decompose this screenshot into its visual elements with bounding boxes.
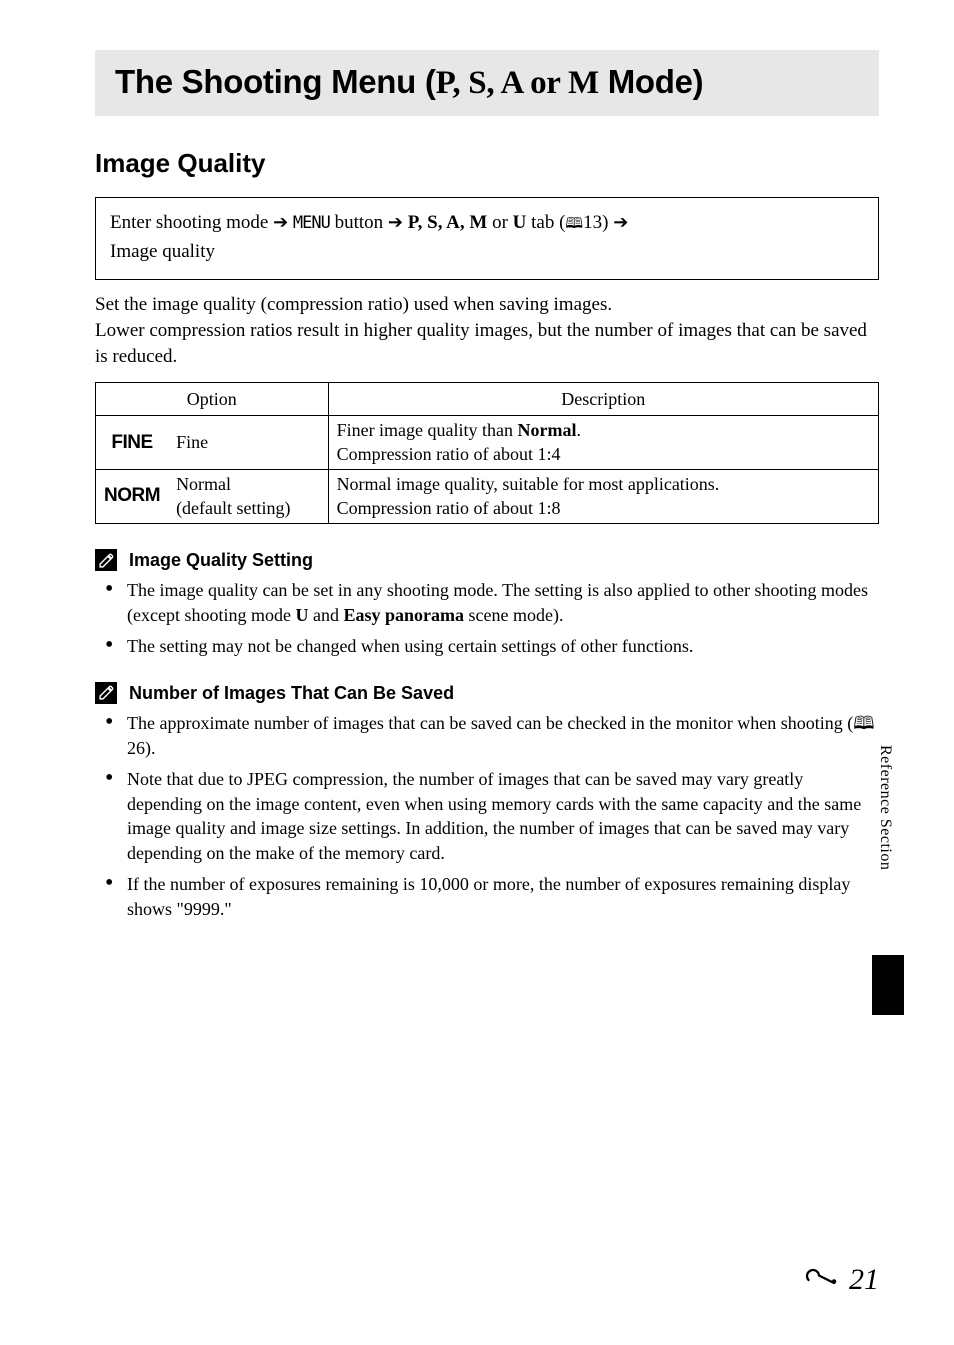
book-icon: 🕮	[853, 713, 874, 733]
list-item: Note that due to JPEG compression, the n…	[95, 767, 879, 866]
section-heading: Image Quality	[95, 146, 879, 181]
note-block-number-images: Number of Images That Can Be Saved The a…	[95, 681, 879, 922]
table-row: FINE Fine Finer image quality than Norma…	[96, 416, 879, 470]
list-item: The setting may not be changed when usin…	[95, 634, 879, 659]
nav-tab-word: tab (	[526, 212, 565, 233]
intro-paragraph: Set the image quality (compression ratio…	[95, 292, 879, 371]
bullet-bold: Easy panorama	[343, 605, 464, 625]
note-bullet-list: The image quality can be set in any shoo…	[95, 578, 879, 658]
note-bullet-list: The approximate number of images that ca…	[95, 711, 879, 922]
bullet-text: and	[308, 605, 343, 625]
side-tab-marker	[872, 955, 904, 1015]
menu-icon-label: MENU	[293, 213, 330, 233]
page-ref: 26	[127, 738, 145, 758]
option-name: Normal (default setting)	[168, 470, 328, 524]
footer-decor-icon	[804, 1260, 846, 1301]
table-header-option: Option	[96, 383, 329, 416]
page-number-footer: 21	[804, 1260, 879, 1301]
arrow-icon: ➔	[613, 212, 628, 232]
title-prefix: The Shooting Menu (	[115, 63, 436, 100]
page-title-bar: The Shooting Menu (P, S, A or M Mode)	[95, 50, 879, 116]
mode-letter: U	[295, 605, 308, 625]
list-item: The image quality can be set in any shoo…	[95, 578, 879, 628]
navigation-path-box: Enter shooting mode ➔ MENU button ➔ P, S…	[95, 197, 879, 280]
option-icon-norm: NORM	[96, 470, 169, 524]
option-description: Normal image quality, suitable for most …	[328, 470, 878, 524]
option-icon-fine: FINE	[96, 416, 169, 470]
nav-or: or	[487, 212, 512, 233]
nav-modes: P, S, A, M	[408, 212, 488, 233]
option-description: Finer image quality than Normal. Compres…	[328, 416, 878, 470]
arrow-icon: ➔	[388, 212, 403, 232]
note-heading: Number of Images That Can Be Saved	[95, 681, 879, 705]
page-number: 21	[849, 1260, 879, 1301]
nav-button-word: button	[330, 212, 388, 233]
option-name: Fine	[168, 416, 328, 470]
note-block-image-quality: Image Quality Setting The image quality …	[95, 548, 879, 659]
desc-bold: Normal	[518, 420, 577, 440]
pencil-icon	[95, 682, 117, 704]
title-modes: P, S, A or M	[436, 65, 599, 101]
note-heading: Image Quality Setting	[95, 548, 879, 572]
bullet-text: scene mode).	[464, 605, 563, 625]
nav-text-1: Enter shooting mode	[110, 212, 273, 233]
desc-text: Normal image quality, suitable for most …	[337, 474, 720, 517]
nav-final-item: Image quality	[110, 241, 215, 262]
pencil-icon	[95, 549, 117, 571]
list-item: The approximate number of images that ca…	[95, 711, 879, 761]
note-title: Number of Images That Can Be Saved	[129, 681, 454, 705]
nav-closeparen: )	[602, 212, 613, 233]
bullet-text: ).	[145, 738, 156, 758]
bullet-text: The approximate number of images that ca…	[127, 713, 853, 733]
side-section-label: Reference Section	[874, 745, 896, 870]
page-title: The Shooting Menu (P, S, A or M Mode)	[115, 60, 863, 106]
list-item: If the number of exposures remaining is …	[95, 872, 879, 922]
nav-pageref: 13	[583, 212, 602, 233]
book-icon: 🕮	[565, 216, 583, 232]
table-header-description: Description	[328, 383, 878, 416]
nav-mode-u: U	[513, 212, 527, 233]
title-suffix: Mode)	[599, 63, 704, 100]
arrow-icon: ➔	[273, 212, 288, 232]
note-title: Image Quality Setting	[129, 548, 313, 572]
table-row: NORM Normal (default setting) Normal ima…	[96, 470, 879, 524]
options-table: Option Description FINE Fine Finer image…	[95, 382, 879, 524]
desc-text: Finer image quality than	[337, 420, 518, 440]
